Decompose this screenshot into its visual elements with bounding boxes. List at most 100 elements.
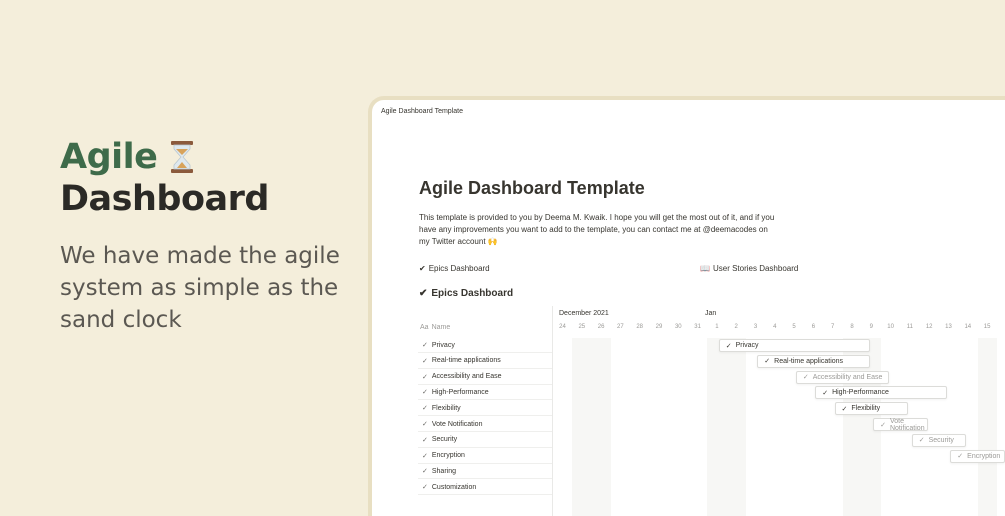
name-column-header: Aa Name [420,324,450,331]
day-label: 29 [655,324,663,330]
month-label: December 2021 [559,310,609,317]
month-label-next: Jan [705,310,717,317]
timeline-bar[interactable]: ✓ Privacy [718,339,870,352]
check-icon: ✓ [822,389,829,397]
check-icon: ✓ [422,357,428,365]
timeline-bar[interactable]: ✓ Flexibility [834,402,909,416]
table-row[interactable]: ✓ Flexibility [418,401,552,417]
day-label: 26 [597,324,605,330]
row-label: Real-time applications [431,357,501,365]
book-icon: 📖 [700,264,710,273]
day-label: 13 [945,324,952,330]
day-label: 15 [983,324,991,330]
table-row[interactable]: ✓ Vote Notification [418,417,552,432]
weekend-shade [591,338,611,516]
day-label: 31 [694,324,701,330]
row-label: Sharing [431,467,457,475]
timeline-grid: December 2021 Jan 24 25 26 27 28 29 30 31 1 2 3 4 5 6… [553,306,1005,516]
timeline-view: Aa Name ✓ Privacy ✓ Real-time applications ✓… [372,306,1005,516]
link-user-stories-dashboard[interactable]: 📖 User Stories Dashboard [700,264,798,273]
timeline-bar-label: Flexibility [851,405,881,413]
timeline-bar-label: High-Performance [832,389,889,397]
hero-subtitle: We have made the agile system as simple … [60,243,340,333]
text-property-icon: Aa [420,324,429,331]
timeline-bar-label: Real-time applications [774,357,844,365]
row-label: Vote Notification [431,420,483,428]
row-label: Privacy [431,341,455,349]
row-label: Customization [431,483,477,491]
day-label: 25 [578,324,586,330]
day-label: 6 [811,324,816,330]
hero-title-agile: Agile [60,137,158,177]
page-description: This template is provided to you by Deem… [419,213,775,246]
row-label: Accessibility and Ease [431,373,502,381]
link-epics-dashboard[interactable]: ✔ Epics Dashboard [419,264,490,273]
window-tab-title: Agile Dashboard Template [381,108,463,115]
check-icon: ✓ [422,373,428,381]
timeline-name-column: Aa Name ✓ Privacy ✓ Real-time applications ✓… [418,306,553,516]
section-title-text: Epics Dashboard [431,288,514,299]
day-label: 28 [636,324,644,330]
timeline-bar[interactable]: ✓ Security [911,433,967,447]
link-user-stories-label: User Stories Dashboard [712,264,799,273]
check-icon: ✓ [422,484,428,492]
table-row[interactable]: ✓ Security [418,433,552,448]
day-label: 1 [715,324,719,330]
check-icon: ✓ [764,358,771,366]
table-row[interactable]: ✓ High-Performance [418,385,552,401]
check-icon: ✓ [841,405,848,413]
row-label: High-Performance [431,388,489,396]
checklist-icon: ✔ [419,264,426,273]
day-label: 4 [773,324,777,330]
day-label: 12 [925,324,933,330]
day-label: 10 [887,324,894,330]
day-label: 30 [674,324,682,330]
hero-title-dashboard: Dashboard [60,179,269,219]
weekend-shade [707,338,727,516]
link-epics-label: Epics Dashboard [428,264,490,273]
name-column-header-label: Name [431,324,451,331]
day-label: 9 [869,324,873,330]
row-label: Encryption [431,452,465,460]
check-icon: ✓ [802,374,809,382]
app-window: Agile Dashboard Template Agile Dashboard… [368,96,1005,516]
timeline-bar-label: Security [928,436,954,444]
day-label: 11 [906,324,913,330]
day-label: 14 [964,324,972,330]
table-row[interactable]: ✓ Sharing [418,464,552,480]
day-label: 7 [831,324,835,330]
day-label: 27 [617,324,624,330]
timeline-bar[interactable]: ✓ High-Performance [815,386,947,400]
page-title: Agile Dashboard Template [419,178,645,198]
table-row[interactable]: ✓ Encryption [418,449,552,464]
timeline-bar-label: Encryption [967,452,1001,460]
check-icon: ✓ [918,437,925,445]
row-label: Security [431,436,458,444]
row-label: Flexibility [431,404,461,412]
day-label: 24 [559,324,566,330]
timeline-bar[interactable]: ✓ Real-time applications [757,354,870,368]
check-icon: ✓ [880,421,886,429]
weekend-shade [977,338,997,516]
hourglass-icon [169,140,195,174]
table-row[interactable]: ✓ Privacy [418,338,552,353]
timeline-bar-label: Privacy [735,342,759,349]
checklist-icon: ✔ [419,288,428,299]
timeline-bar[interactable]: ✓ Encryption [950,449,1005,463]
timeline-bar[interactable]: ✓ Vote Notification [873,417,928,432]
table-row[interactable]: ✓ Real-time applications [418,354,552,369]
weekend-shade [572,338,592,516]
weekend-shade [726,338,746,516]
check-icon: ✓ [422,389,428,397]
check-icon: ✓ [422,342,428,349]
timeline-bar[interactable]: ✓ Accessibility and Ease [795,370,890,384]
table-row[interactable]: ✓ Customization [418,480,552,496]
check-icon: ✓ [957,453,964,461]
check-icon: ✓ [422,421,428,428]
timeline-bar-label: Vote Notification [889,417,925,432]
timeline-bar-label: Accessibility and Ease [812,373,883,381]
hero-title-line1: Agile [60,136,269,178]
day-label: 3 [753,324,758,330]
table-row[interactable]: ✓ Accessibility and Ease [418,370,552,385]
day-label: 2 [734,324,738,330]
